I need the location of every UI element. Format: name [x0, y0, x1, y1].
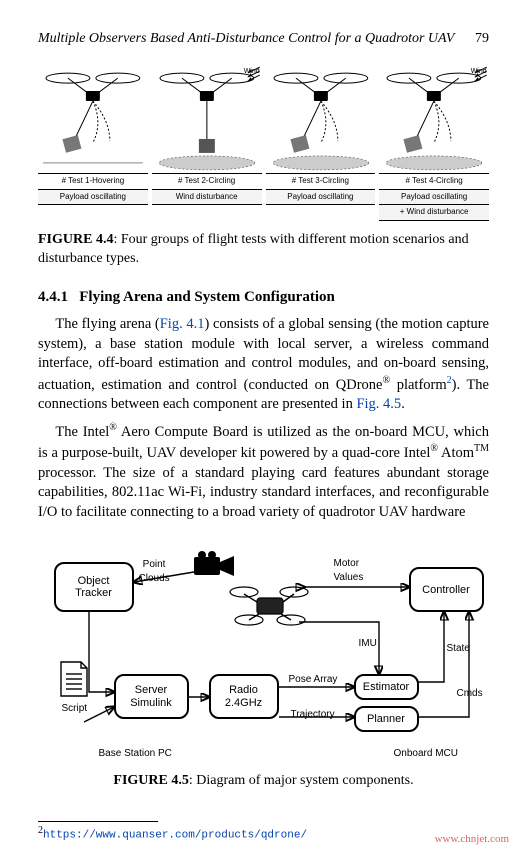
figure-4-4-caption: FIGURE 4.4: Four groups of flight tests …: [38, 231, 489, 269]
test-panel: # Test 1-HoveringPayload oscillating: [38, 63, 148, 221]
quadrotor-scene-icon: [38, 63, 148, 173]
fig-4-5-link[interactable]: Fig. 4.5: [356, 396, 401, 412]
test-panel-sub: Wind disturbance: [152, 190, 262, 206]
label-motor-values: MotorValues: [334, 557, 364, 584]
label-cmds: Cmds: [457, 687, 483, 701]
box-controller: Controller: [409, 567, 484, 612]
box-radio: Radio2.4GHz: [209, 674, 279, 719]
test-panel-sub: + Wind disturbance: [379, 205, 489, 221]
figure-4-4-label: FIGURE 4.4: [38, 232, 113, 247]
label-pose-array: Pose Array: [289, 673, 338, 687]
figure-4-5-caption-text: : Diagram of major system components.: [189, 773, 414, 788]
label-onboard-mcu: Onboard MCU: [394, 747, 458, 761]
box-object-tracker: ObjectTracker: [54, 562, 134, 612]
test-panel-sub: Payload oscillating: [38, 190, 148, 206]
test-panel-title: # Test 2-Circling: [152, 173, 262, 190]
section-number: 4.4.1: [38, 289, 68, 305]
test-panel: Wind# Test 2-CirclingWind disturbance: [152, 63, 262, 221]
label-point-clouds: PointClouds: [139, 558, 170, 585]
box-planner: Planner: [354, 706, 419, 732]
label-trajectory: Trajectory: [291, 708, 335, 722]
label-base-station-pc: Base Station PC: [99, 747, 172, 761]
paragraph-2: The Intel® Aero Compute Board is utilize…: [38, 421, 489, 522]
quadrotor-scene-icon: Wind: [379, 63, 489, 173]
figure-4-5-caption: FIGURE 4.5: Diagram of major system comp…: [38, 772, 489, 791]
test-panel-sub: Payload oscillating: [379, 190, 489, 206]
test-panel-sub: Payload oscillating: [266, 190, 376, 206]
page-number: 79: [475, 30, 489, 49]
label-script: Script: [62, 702, 88, 716]
box-estimator: Estimator: [354, 674, 419, 700]
footnote-url[interactable]: https://www.quanser.com/products/qdrone/: [43, 830, 307, 842]
section-title: Flying Arena and System Configuration: [79, 289, 335, 305]
test-panel-title: # Test 4-Circling: [379, 173, 489, 190]
paragraph-1: The flying arena (Fig. 4.1) consists of …: [38, 315, 489, 415]
quadrotor-scene-icon: [266, 63, 376, 173]
quadrotor-scene-icon: Wind: [152, 63, 262, 173]
label-imu: IMU: [359, 637, 377, 651]
label-state: State: [447, 642, 470, 656]
test-panel-title: # Test 1-Hovering: [38, 173, 148, 190]
figure-4-5-label: FIGURE 4.5: [113, 773, 188, 788]
figure-4-4-panels: # Test 1-HoveringPayload oscillatingWind…: [38, 63, 489, 221]
box-server-simulink: ServerSimulink: [114, 674, 189, 719]
section-heading: 4.4.1 Flying Arena and System Configurat…: [38, 287, 489, 307]
test-panel: Wind# Test 4-CirclingPayload oscillating…: [379, 63, 489, 221]
test-panel: # Test 3-CirclingPayload oscillating: [266, 63, 376, 221]
running-head: Multiple Observers Based Anti-Disturbanc…: [38, 30, 489, 49]
test-panel-title: # Test 3-Circling: [266, 173, 376, 190]
figure-4-5-diagram: ObjectTracker ServerSimulink Radio2.4GHz…: [39, 542, 489, 762]
footnote-rule: [38, 821, 158, 822]
running-title: Multiple Observers Based Anti-Disturbanc…: [38, 31, 454, 46]
fig-4-1-link[interactable]: Fig. 4.1: [160, 316, 205, 332]
